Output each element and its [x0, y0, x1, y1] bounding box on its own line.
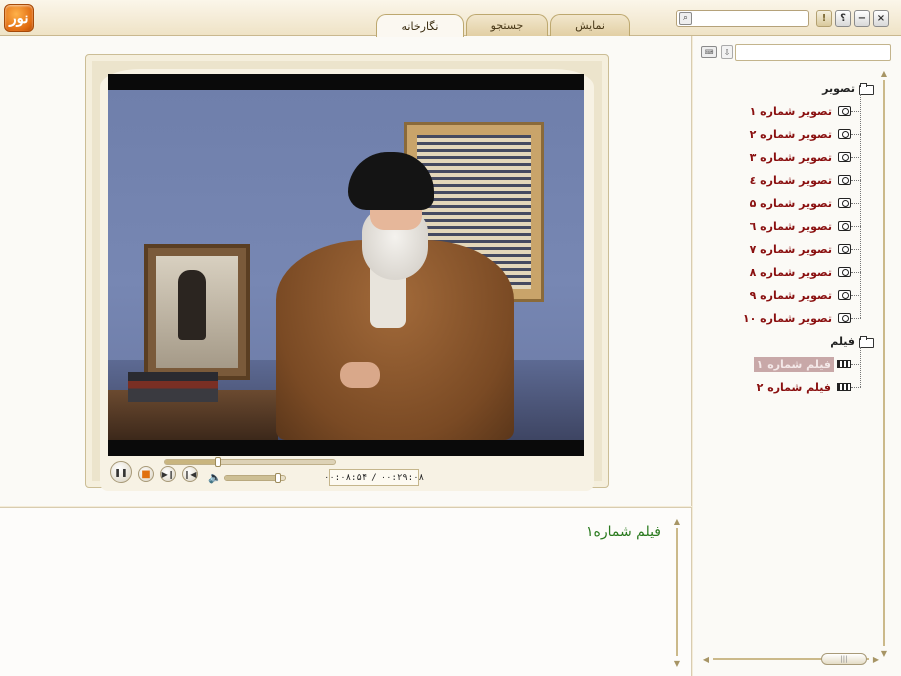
scroll-thumb[interactable]: ||| — [821, 653, 867, 665]
pause-icon: ❚❚ — [114, 467, 128, 477]
video-display[interactable] — [108, 74, 584, 456]
tab-gallery[interactable]: نگارخانه — [376, 14, 464, 37]
tree-item-label: فیلم شماره ۲ — [756, 380, 831, 394]
tree-item-image[interactable]: تصویر شماره ۷ — [747, 241, 851, 257]
time-display: ۰۰:۰۸:۵۴ / ۰۰:۲۹:۰۸ — [324, 469, 424, 486]
camera-icon — [838, 129, 851, 139]
tree-item-image[interactable]: تصویر شماره ۹ — [747, 287, 851, 303]
tree-item-image[interactable]: تصویر شماره ۵ — [747, 195, 851, 211]
search-icon[interactable]: ⌕ — [679, 11, 692, 25]
previous-icon: ❙◀ — [183, 469, 197, 479]
tree-item-label: تصویر شماره ۲ — [749, 127, 832, 141]
next-button[interactable]: ▶❙ — [160, 466, 176, 482]
tree-item-image[interactable]: تصویر شماره ۱ — [747, 103, 851, 119]
camera-icon — [838, 290, 851, 300]
tree-item-label: تصویر شماره ٤ — [749, 173, 832, 187]
tree-item-label: تصویر شماره ۸ — [749, 265, 832, 279]
tree-item-label: تصویر شماره ۱ — [749, 104, 832, 118]
sidebar-toolbar: ⌨ ⇩ — [701, 44, 891, 61]
tab-display[interactable]: نمایش — [550, 14, 630, 36]
scroll-left-icon[interactable]: ◀ — [701, 654, 711, 664]
framed-photo — [144, 244, 250, 380]
help-button[interactable]: ؟ — [835, 9, 851, 27]
tree-folder-label: فیلم — [830, 334, 855, 348]
tree-item-image[interactable]: تصویر شماره ۲ — [747, 126, 851, 142]
tree-item-image[interactable]: تصویر شماره ۸ — [747, 264, 851, 280]
window-controls: ⌕ ! ؟ − × — [676, 9, 889, 27]
volume-slider[interactable] — [224, 473, 286, 483]
film-icon — [837, 360, 851, 368]
folder-open-icon — [859, 82, 874, 95]
next-icon: ▶❙ — [161, 469, 175, 479]
gallery-sidebar: ⌨ ⇩ تصویر تصویر شماره ۱ تصویر شماره ۲ تصویر… — [693, 36, 901, 676]
tree-item-label: تصویر شماره ۱۰ — [742, 311, 832, 325]
content-pane: ❚❚ ■ ▶❙ ❙◀ 🔈 ۰۰:۰۸:۵۴ / ۰۰:۲۹:۰۸ — [0, 36, 692, 506]
tree-horizontal-scrollbar[interactable]: ◀ ||| ▶ — [701, 653, 881, 665]
total-time: ۰۰:۲۹:۰۸ — [380, 472, 425, 483]
time-separator: / — [371, 472, 377, 483]
description-pane: فیلم شماره۱ ▲ ▼ — [0, 507, 692, 676]
volume-icon[interactable]: 🔈 — [208, 471, 222, 484]
tree-item-image[interactable]: تصویر شماره ٤ — [747, 172, 851, 188]
current-time: ۰۰:۰۸:۵۴ — [323, 472, 368, 483]
stop-icon: ■ — [141, 468, 151, 480]
keyboard-icon[interactable]: ⌨ — [701, 46, 717, 58]
camera-icon — [838, 244, 851, 254]
camera-icon — [838, 175, 851, 185]
camera-icon — [838, 106, 851, 116]
film-icon — [837, 383, 851, 391]
tree-item-image[interactable]: تصویر شماره ٦ — [747, 218, 851, 234]
search-input[interactable] — [694, 10, 808, 26]
volume-handle[interactable] — [274, 473, 281, 483]
camera-icon — [838, 152, 851, 162]
tree-item-label: تصویر شماره ۳ — [749, 150, 832, 164]
tree-item-label: تصویر شماره ۵ — [749, 196, 832, 210]
tree-folder[interactable]: فیلم — [830, 333, 874, 349]
tree-item-label: فیلم شماره ۱ — [753, 356, 834, 372]
camera-icon — [838, 267, 851, 277]
global-search: ⌕ — [676, 9, 809, 27]
seek-slider[interactable] — [164, 457, 336, 467]
arrow-down-icon[interactable]: ⇩ — [721, 45, 733, 59]
folder-open-icon — [859, 335, 874, 348]
description-scrollbar[interactable]: ▲ ▼ — [672, 516, 682, 668]
tree-item-label: تصویر شماره ۹ — [749, 288, 832, 302]
books — [128, 372, 218, 402]
seek-handle[interactable] — [215, 457, 222, 467]
pause-button[interactable]: ❚❚ — [110, 461, 132, 483]
player-controls: ❚❚ ■ ▶❙ ❙◀ 🔈 ۰۰:۰۸:۵۴ / ۰۰:۲۹:۰۸ — [108, 456, 584, 490]
tree-item-label: تصویر شماره ٦ — [749, 219, 832, 233]
tree-item-film[interactable]: فیلم شماره ۱ — [753, 356, 851, 372]
alert-button[interactable]: ! — [816, 9, 832, 27]
scroll-up-icon[interactable]: ▲ — [672, 516, 682, 526]
tree-folder[interactable]: تصویر — [822, 80, 874, 96]
tree-filter-input[interactable] — [735, 44, 891, 61]
stop-button[interactable]: ■ — [138, 466, 154, 482]
title-bar: نور نگارخانه جستجو نمایش ⌕ ! ؟ − × — [0, 0, 901, 37]
scroll-right-icon[interactable]: ▶ — [871, 654, 881, 664]
app-logo[interactable]: نور — [4, 4, 34, 32]
camera-icon — [838, 221, 851, 231]
tree-item-label: تصویر شماره ۷ — [749, 242, 832, 256]
camera-icon — [838, 313, 851, 323]
tab-search[interactable]: جستجو — [466, 14, 548, 36]
media-caption: فیلم شماره۱ — [585, 524, 661, 540]
minimize-button[interactable]: − — [854, 9, 870, 27]
camera-icon — [838, 198, 851, 208]
tree-scrollbar[interactable]: ▲ ▼ — [879, 68, 889, 658]
video-frame — [108, 90, 584, 440]
tree-item-image[interactable]: تصویر شماره ۱۰ — [740, 310, 851, 326]
previous-button[interactable]: ❙◀ — [182, 466, 198, 482]
scroll-down-icon[interactable]: ▼ — [672, 658, 682, 668]
tree-folder-label: تصویر — [822, 81, 855, 95]
scroll-up-icon[interactable]: ▲ — [879, 68, 889, 78]
close-button[interactable]: × — [873, 9, 889, 27]
tree-item-image[interactable]: تصویر شماره ۳ — [747, 149, 851, 165]
tree-item-film[interactable]: فیلم شماره ۲ — [754, 379, 851, 395]
